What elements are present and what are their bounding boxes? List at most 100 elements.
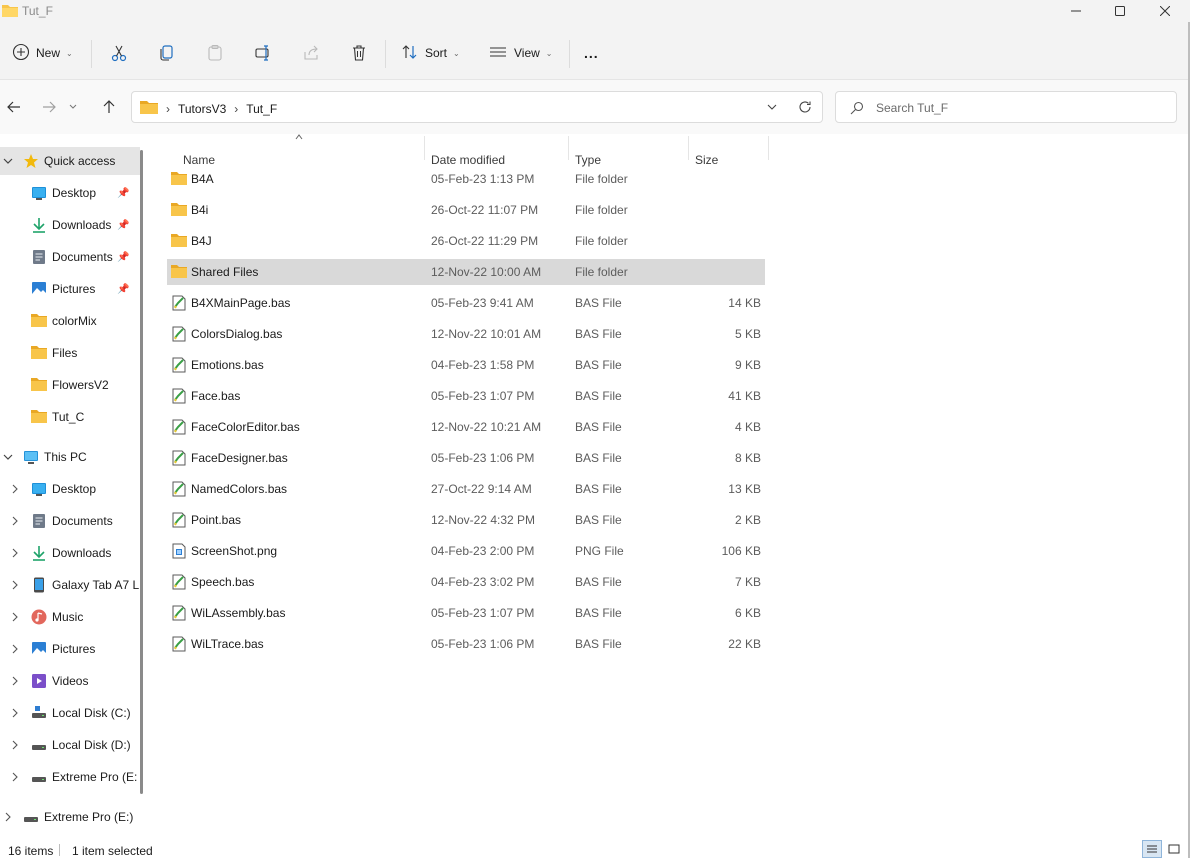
sidebar-item-extreme-pro-pc[interactable]: Extreme Pro (E: [0,763,140,791]
breadcrumb-item[interactable]: Tut_F [246,102,277,116]
delete-icon[interactable] [348,42,370,64]
sidebar-item-pictures[interactable]: Pictures 📌 [0,275,140,303]
file-row[interactable]: Face.bas 05-Feb-23 1:07 PM BAS File 41 KB [167,383,765,409]
chevron-right-icon[interactable] [9,676,21,686]
copy-icon[interactable] [156,42,178,64]
sidebar-item-pc-pictures[interactable]: Pictures [0,635,140,663]
sidebar-item-tut-c[interactable]: Tut_C [0,403,140,431]
file-row[interactable]: Point.bas 12-Nov-22 4:32 PM BAS File 2 KB [167,507,765,533]
rename-icon[interactable] [252,42,274,64]
file-date: 05-Feb-23 1:06 PM [431,637,535,651]
sidebar-item-local-disk-c[interactable]: Local Disk (C:) [0,699,140,727]
file-name: Speech.bas [191,575,255,589]
breadcrumb-item[interactable]: TutorsV3 [178,102,226,116]
sidebar-item-pc-downloads[interactable]: Downloads [0,539,140,567]
share-icon[interactable] [300,42,322,64]
chevron-right-icon[interactable] [9,740,21,750]
file-row[interactable]: B4A 05-Feb-23 1:13 PM File folder [167,166,765,192]
sidebar-item-documents[interactable]: Documents 📌 [0,243,140,271]
chevron-right-icon[interactable] [9,516,21,526]
paste-icon[interactable] [204,42,226,64]
close-button[interactable] [1142,0,1188,22]
sort-icon [401,43,419,64]
file-row[interactable]: WiLTrace.bas 05-Feb-23 1:06 PM BAS File 22 … [167,631,765,657]
column-header-date[interactable]: Date modified [431,134,505,167]
sidebar-item-flowersv2[interactable]: FlowersV2 [0,371,140,399]
file-row[interactable]: B4XMainPage.bas 05-Feb-23 9:41 AM BAS File… [167,290,765,316]
more-options-button[interactable]: ... [584,38,599,68]
sidebar-item-galaxy-tab[interactable]: Galaxy Tab A7 L [0,571,140,599]
folder-icon [171,202,187,218]
bas-file-icon [171,419,187,435]
address-bar[interactable]: › TutorsV3 › Tut_F [131,91,823,123]
file-row[interactable]: B4J 26-Oct-22 11:29 PM File folder [167,228,765,254]
sidebar-item-pc-desktop[interactable]: Desktop [0,475,140,503]
view-button[interactable]: View ⌄ [488,38,553,68]
file-row[interactable]: FaceDesigner.bas 05-Feb-23 1:06 PM BAS Fil… [167,445,765,471]
file-type: BAS File [575,606,622,620]
column-header-size[interactable]: Size [695,134,718,167]
search-box[interactable]: Search Tut_F [835,91,1177,123]
documents-icon [31,513,47,529]
file-row[interactable]: WiLAssembly.bas 05-Feb-23 1:07 PM BAS File… [167,600,765,626]
sidebar-item-local-disk-d[interactable]: Local Disk (D:) [0,731,140,759]
file-type: BAS File [575,637,622,651]
file-row[interactable]: FaceColorEditor.bas 12-Nov-22 10:21 AM BAS… [167,414,765,440]
chevron-down-icon[interactable] [2,453,14,461]
address-dropdown-icon[interactable] [766,101,778,116]
column-divider[interactable] [568,136,569,160]
sidebar-item-desktop[interactable]: Desktop 📌 [0,179,140,207]
sidebar-item-videos[interactable]: Videos [0,667,140,695]
sidebar-item-pc-documents[interactable]: Documents [0,507,140,535]
sidebar-item-label: Music [52,610,84,624]
chevron-right-icon[interactable] [2,812,14,822]
sidebar-item-this-pc[interactable]: This PC [0,443,140,471]
file-row[interactable]: ScreenShot.png 04-Feb-23 2:00 PM PNG File 1… [167,538,765,564]
file-row[interactable]: NamedColors.bas 27-Oct-22 9:14 AM BAS File… [167,476,765,502]
file-row[interactable]: Shared Files 12-Nov-22 10:00 AM File folde… [167,259,765,285]
file-name: B4XMainPage.bas [191,296,291,310]
maximize-button[interactable] [1097,0,1143,22]
column-header-label: Name [183,153,216,167]
up-button[interactable] [100,98,118,116]
sidebar-item-colormix[interactable]: colorMix [0,307,140,335]
back-button[interactable] [5,98,23,116]
folder-icon [31,345,47,361]
chevron-right-icon[interactable] [9,548,21,558]
search-input[interactable]: Search Tut_F [876,101,948,115]
column-header-name[interactable]: Name [183,134,215,167]
sidebar-item-downloads[interactable]: Downloads 📌 [0,211,140,239]
chevron-right-icon[interactable] [9,708,21,718]
cut-icon[interactable] [108,42,130,64]
column-header-type[interactable]: Type [575,134,601,167]
forward-button[interactable] [40,98,58,116]
file-row[interactable]: ColorsDialog.bas 12-Nov-22 10:01 AM BAS Fi… [167,321,765,347]
chevron-right-icon[interactable] [9,772,21,782]
file-row[interactable]: B4i 26-Oct-22 11:07 PM File folder [167,197,765,223]
sidebar-scrollbar[interactable] [140,150,143,794]
minimize-button[interactable] [1053,0,1099,22]
chevron-right-icon[interactable] [9,484,21,494]
sidebar-item-extreme-pro[interactable]: Extreme Pro (E:) [0,803,140,831]
chevron-right-icon[interactable] [9,644,21,654]
file-row[interactable]: Speech.bas 04-Feb-23 3:02 PM BAS File 7 KB [167,569,765,595]
recent-dropdown-button[interactable] [68,98,78,116]
sidebar-item-music[interactable]: Music [0,603,140,631]
details-view-button[interactable] [1142,840,1162,858]
chevron-right-icon[interactable] [9,612,21,622]
column-divider[interactable] [768,136,769,160]
refresh-icon[interactable] [798,100,812,117]
sidebar-item-files[interactable]: Files [0,339,140,367]
png-file-icon [171,543,187,559]
file-row[interactable]: Emotions.bas 04-Feb-23 1:58 PM BAS File 9 K… [167,352,765,378]
file-type: File folder [575,234,628,248]
column-divider[interactable] [424,136,425,160]
item-count: 16 items [8,844,54,858]
sort-button[interactable]: Sort ⌄ [401,38,460,68]
chevron-down-icon[interactable] [2,157,14,165]
tiles-view-button[interactable] [1164,840,1184,858]
column-divider[interactable] [688,136,689,160]
chevron-right-icon[interactable] [9,580,21,590]
sidebar-item-quick-access[interactable]: Quick access [0,147,140,175]
new-button[interactable]: New ⌄ [12,38,73,68]
